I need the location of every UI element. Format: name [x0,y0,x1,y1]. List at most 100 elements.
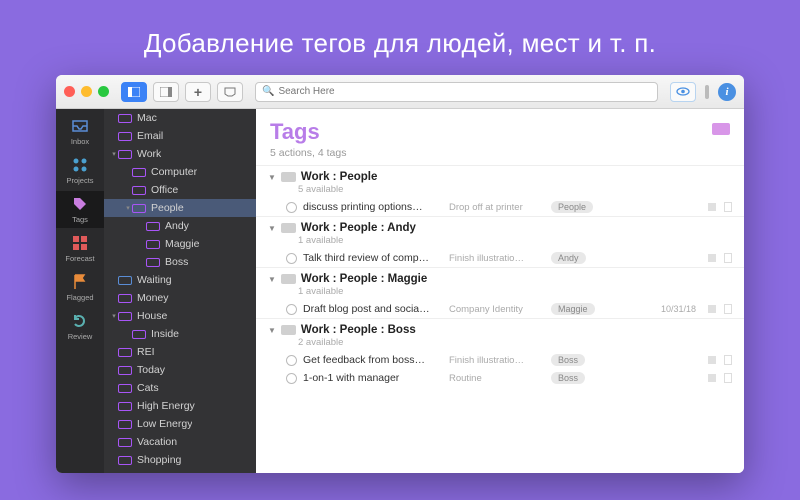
tag-row[interactable]: Maggie [104,235,256,253]
tag-icon [146,222,160,231]
task-row[interactable]: Talk third review of comp…Finish illustr… [256,249,744,267]
group-header[interactable]: ▼Work : People : Andy [256,217,744,235]
task-row[interactable]: 1-on-1 with managerRoutineBoss [256,369,744,387]
tag-row[interactable]: REI [104,343,256,361]
search-field[interactable]: 🔍 [255,82,658,102]
inspector-toggle-button[interactable] [153,82,179,102]
rail-tags[interactable]: Tags [56,191,104,228]
flag-icon[interactable] [724,253,732,263]
flag-icon[interactable] [724,202,732,212]
tag-icon [118,276,132,285]
add-button[interactable]: + [185,82,211,102]
tag-icon [118,114,132,123]
group-header[interactable]: ▼ Work : People : Boss [256,319,744,337]
tag-row[interactable]: Office [104,181,256,199]
tag-label: Mac [137,112,157,124]
checkbox-icon[interactable] [286,202,297,213]
tag-row[interactable]: Email [104,127,256,145]
task-row[interactable]: Draft blog post and socia…Company Identi… [256,300,744,318]
tags-icon [71,195,89,213]
view-button[interactable] [670,82,696,102]
task-tag: Andy [551,252,586,264]
tag-icon [132,330,146,339]
task-project: Drop off at printer [449,202,545,213]
rail-label: Inbox [71,137,89,146]
app-window: + 🔍 i Inbox ProjectsTagsForecast Flagged Re… [56,75,744,473]
search-input[interactable] [278,86,651,97]
tag-row[interactable]: Mac [104,109,256,127]
tag-label: Money [137,292,169,304]
tag-row[interactable]: High Energy [104,397,256,415]
group-title: Work : People : Andy [301,222,416,234]
checkbox-icon[interactable] [286,373,297,384]
info-button[interactable]: i [718,83,736,101]
task-tag: Maggie [551,303,595,315]
task-row[interactable]: Get feedback from boss…Finish illustrati… [256,351,744,369]
tag-label: Today [137,364,165,376]
tag-label: High Energy [137,400,195,412]
rail-forecast[interactable]: Forecast [56,230,104,267]
tag-row[interactable]: Today [104,361,256,379]
plus-icon: + [194,84,202,100]
sidebar-toggle-button[interactable] [121,82,147,102]
group-available: 1 available [256,235,744,249]
tag-row[interactable]: ▾House [104,307,256,325]
tag-row[interactable]: Vacation [104,433,256,451]
flag-icon[interactable] [724,355,732,365]
minimize-icon[interactable] [81,86,92,97]
chevron-down-icon: ▼ [268,275,276,284]
tag-row[interactable]: Inside [104,325,256,343]
flag-icon[interactable] [724,304,732,314]
tag-row[interactable]: Shopping [104,451,256,469]
tag-icon [118,456,132,465]
tag-icon [118,402,132,411]
perspective-rail: Inbox ProjectsTagsForecast Flagged Review [56,109,104,473]
tag-row[interactable]: Andy [104,217,256,235]
checkbox-icon[interactable] [286,304,297,315]
note-icon [708,203,716,211]
task-group: ▼Work : People : Maggie1 availableDraft … [256,267,744,318]
rail-label: Flagged [66,293,93,302]
tag-row[interactable]: ▾Work [104,145,256,163]
tag-row[interactable]: ▾People [104,199,256,217]
tag-icon [132,204,146,213]
tag-icon [118,132,132,141]
main-header: Tags 5 actions, 4 tags [256,109,744,165]
tag-icon [146,258,160,267]
rail-flagged[interactable]: Flagged [56,269,104,306]
search-icon: 🔍 [262,86,274,97]
focus-button[interactable] [702,82,712,102]
tag-icon [281,223,296,233]
checkbox-icon[interactable] [286,253,297,264]
inbox-button[interactable] [217,82,243,102]
checkbox-icon[interactable] [286,355,297,366]
tag-row[interactable]: Cats [104,379,256,397]
tag-icon [281,325,296,335]
group-title: Work : People : Boss [301,324,416,336]
close-icon[interactable] [64,86,75,97]
zoom-icon[interactable] [98,86,109,97]
note-icon [708,254,716,262]
task-project: Finish illustratio… [449,253,545,264]
tag-row[interactable]: Money [104,289,256,307]
tag-row[interactable]: Waiting [104,271,256,289]
flagged-icon [71,273,89,291]
task-row[interactable]: discuss printing options…Drop off at pri… [256,198,744,216]
titlebar: + 🔍 i [56,75,744,109]
group-title: Work : People : Maggie [301,273,427,285]
tag-row[interactable]: Low Energy [104,415,256,433]
chevron-down-icon: ▼ [268,326,276,335]
rail-review[interactable]: Review [56,308,104,345]
tag-row[interactable]: Boss [104,253,256,271]
tag-label: Low Energy [137,418,192,430]
rail-projects[interactable]: Projects [56,152,104,189]
group-header[interactable]: ▼Work : People [256,166,744,184]
group-header[interactable]: ▼ Work : People : Maggie [256,268,744,286]
rail-inbox[interactable]: Inbox [56,113,104,150]
tag-row[interactable]: Computer [104,163,256,181]
chevron-down-icon: ▾ [110,150,118,158]
flag-icon[interactable] [724,373,732,383]
tag-label: Office [151,184,178,196]
tag-label: Andy [165,220,189,232]
eye-icon [676,87,690,96]
